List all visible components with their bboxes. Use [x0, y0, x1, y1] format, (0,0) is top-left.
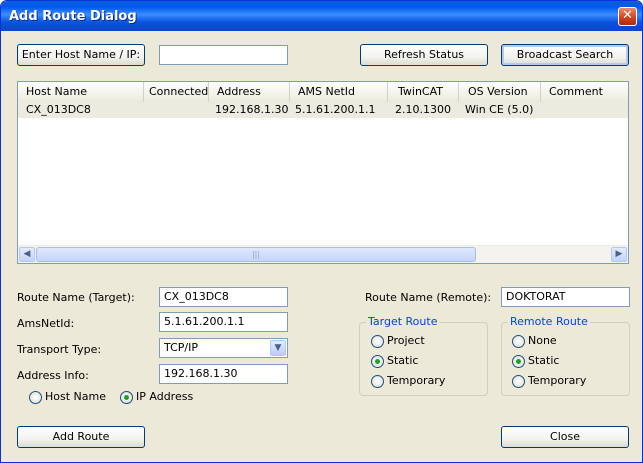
transport-type-label: Transport Type: [17, 343, 102, 356]
radio-icon[interactable] [29, 391, 42, 404]
column-host-name[interactable]: Host Name [18, 82, 144, 102]
route-name-remote-input[interactable]: DOKTORAT [501, 287, 630, 307]
scroll-left-icon[interactable]: ◀ [19, 247, 35, 262]
list-header: Host Name Connected Address AMS NetId Tw… [18, 82, 628, 103]
cell-os-version: Win CE (5.0) [465, 103, 534, 116]
remote-static-radio[interactable]: Static [512, 354, 612, 370]
scroll-right-icon[interactable]: ▶ [611, 247, 627, 262]
broadcast-search-button[interactable]: Broadcast Search [501, 44, 629, 66]
enter-host-button[interactable]: Enter Host Name / IP: [17, 44, 145, 66]
chevron-down-icon[interactable]: ▼ [270, 340, 286, 356]
cell-ams-netid: 5.1.61.200.1.1 [295, 103, 376, 116]
amsnetid-label: AmsNetId: [17, 317, 75, 330]
cell-twincat: 2.10.1300 [395, 103, 451, 116]
column-twincat[interactable]: TwinCAT [388, 82, 459, 102]
target-static-radio[interactable]: Static [371, 354, 471, 370]
column-connected[interactable]: Connected [144, 82, 209, 102]
route-list[interactable]: Host Name Connected Address AMS NetId Tw… [17, 81, 629, 264]
radio-checked-icon[interactable] [371, 355, 384, 368]
target-route-title: Target Route [366, 315, 440, 329]
route-name-target-label: Route Name (Target): [17, 291, 135, 304]
target-static-label: Static [387, 354, 419, 367]
remote-temporary-radio[interactable]: Temporary [512, 374, 612, 390]
host-name-radio[interactable]: Host Name [29, 390, 109, 406]
host-ip-input[interactable] [159, 45, 288, 65]
target-project-label: Project [387, 334, 425, 347]
close-button[interactable]: Close [501, 426, 629, 448]
radio-icon[interactable] [512, 335, 525, 348]
cell-address: 192.168.1.30 [215, 103, 289, 116]
add-route-button[interactable]: Add Route [17, 426, 145, 448]
target-project-radio[interactable]: Project [371, 334, 471, 350]
host-name-radio-label: Host Name [45, 390, 106, 403]
radio-icon[interactable] [371, 335, 384, 348]
column-ams-netid[interactable]: AMS NetId [290, 82, 388, 102]
address-info-label: Address Info: [17, 369, 89, 382]
route-name-target-input[interactable]: CX_013DC8 [159, 287, 288, 307]
horizontal-scrollbar[interactable]: ◀ ||| ▶ [18, 245, 628, 263]
target-route-group: Target Route Project Static Temporary [359, 315, 488, 396]
window-title: Add Route Dialog [9, 9, 137, 24]
target-temporary-radio[interactable]: Temporary [371, 374, 471, 390]
route-name-remote-label: Route Name (Remote): [365, 291, 492, 304]
ip-address-radio[interactable]: IP Address [120, 390, 200, 406]
cell-connected [149, 102, 207, 118]
remote-none-radio[interactable]: None [512, 334, 612, 350]
close-window-icon[interactable]: ✕ [618, 7, 637, 26]
amsnetid-input[interactable]: 5.1.61.200.1.1 [159, 312, 288, 332]
ip-address-radio-label: IP Address [136, 390, 194, 403]
radio-icon[interactable] [371, 375, 384, 388]
radio-checked-icon[interactable] [120, 391, 133, 404]
cell-comment [549, 102, 627, 118]
radio-checked-icon[interactable] [512, 355, 525, 368]
radio-icon[interactable] [512, 375, 525, 388]
table-row[interactable]: CX_013DC8 192.168.1.30 5.1.61.200.1.1 2.… [18, 102, 628, 118]
remote-static-label: Static [528, 354, 560, 367]
column-address[interactable]: Address [209, 82, 290, 102]
remote-route-group: Remote Route None Static Temporary [501, 315, 630, 396]
remote-temporary-label: Temporary [528, 374, 587, 387]
title-bar[interactable]: Add Route Dialog ✕ [1, 1, 642, 31]
address-info-input[interactable]: 192.168.1.30 [159, 364, 288, 384]
scroll-thumb[interactable]: ||| [36, 247, 476, 262]
remote-none-label: None [528, 334, 557, 347]
column-comment[interactable]: Comment [541, 82, 628, 102]
add-route-dialog: Add Route Dialog ✕ Enter Host Name / IP:… [0, 0, 643, 463]
refresh-status-button[interactable]: Refresh Status [360, 44, 488, 66]
transport-type-value: TCP/IP [164, 341, 198, 354]
remote-route-title: Remote Route [508, 315, 590, 329]
cell-host-name: CX_013DC8 [26, 103, 91, 116]
target-temporary-label: Temporary [387, 374, 446, 387]
column-os-version[interactable]: OS Version [459, 82, 541, 102]
transport-type-select[interactable]: TCP/IP ▼ [159, 338, 288, 358]
